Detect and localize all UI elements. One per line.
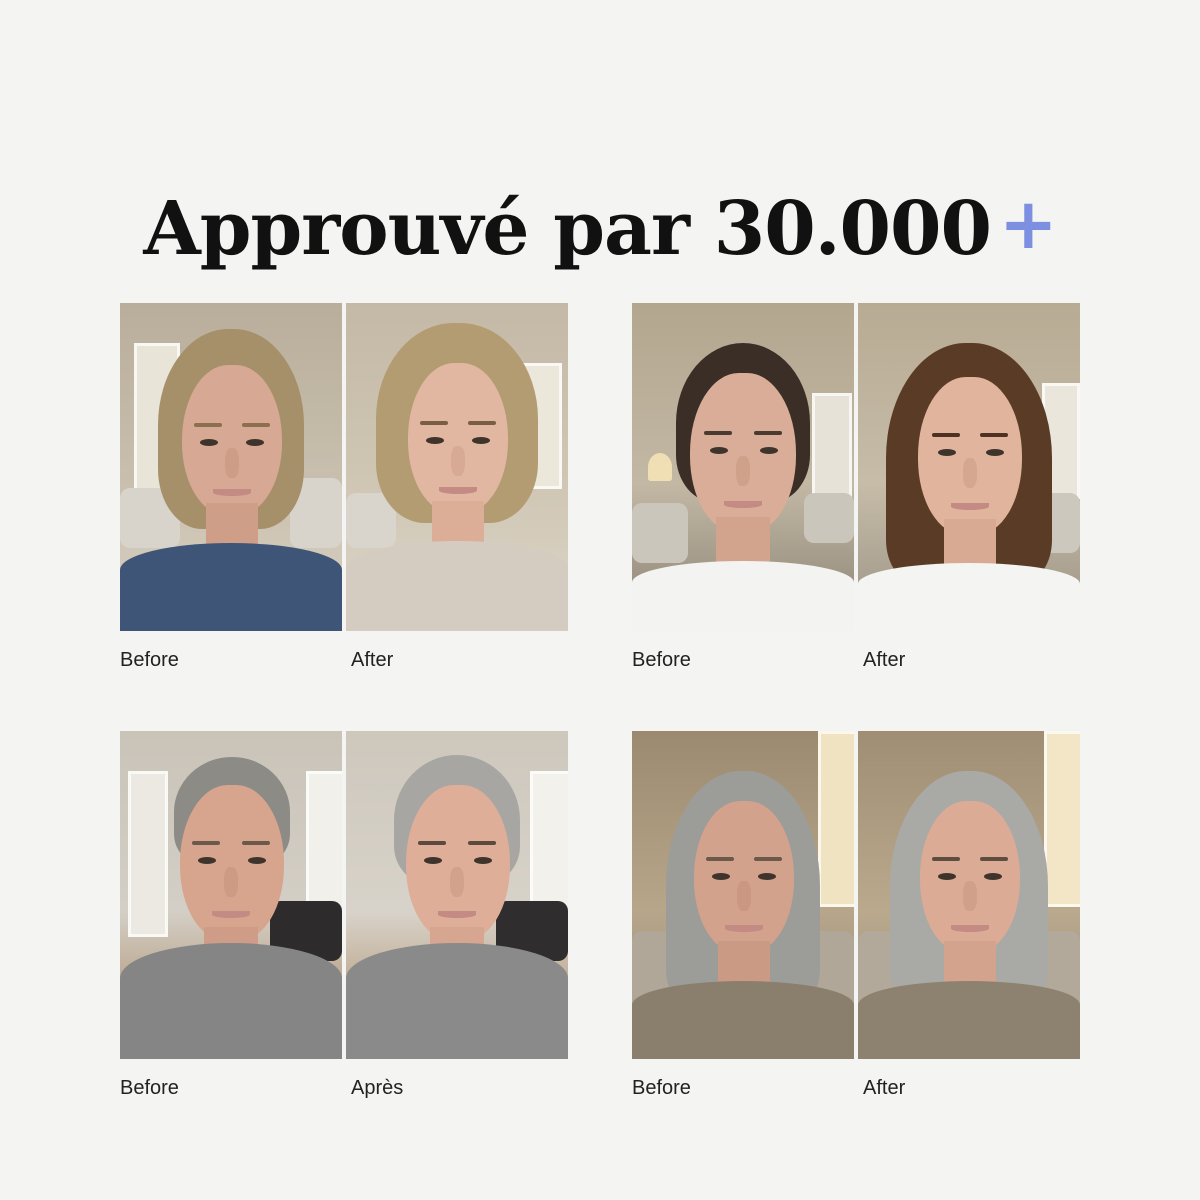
after-label: After [863,649,906,671]
after-label: After [863,1077,906,1099]
headline-text: Approuvé par 30.000 [143,185,992,272]
before-photo [632,303,854,631]
after-photo [346,731,568,1059]
after-label: After [351,649,394,671]
before-label: Before [632,1077,691,1099]
photo-pair [632,731,1080,1059]
page-title: Approuvé par 30.000 + [0,189,1200,266]
before-photo [120,731,342,1059]
plus-icon: + [998,182,1058,265]
before-after-pair-3: Before Après [120,731,568,1119]
after-label: Après [351,1077,404,1099]
photo-pair [120,303,568,631]
before-label: Before [120,1077,179,1099]
before-after-pair-4: Before After [632,731,1080,1119]
before-photo [120,303,342,631]
after-photo [858,731,1080,1059]
after-photo [858,303,1080,631]
after-photo [346,303,568,631]
before-label: Before [632,649,691,671]
before-after-pair-1: Before After [120,303,568,691]
before-after-pair-2: Before After [632,303,1080,691]
before-photo [632,731,854,1059]
photo-pair [120,731,568,1059]
before-label: Before [120,649,179,671]
photo-pair [632,303,1080,631]
